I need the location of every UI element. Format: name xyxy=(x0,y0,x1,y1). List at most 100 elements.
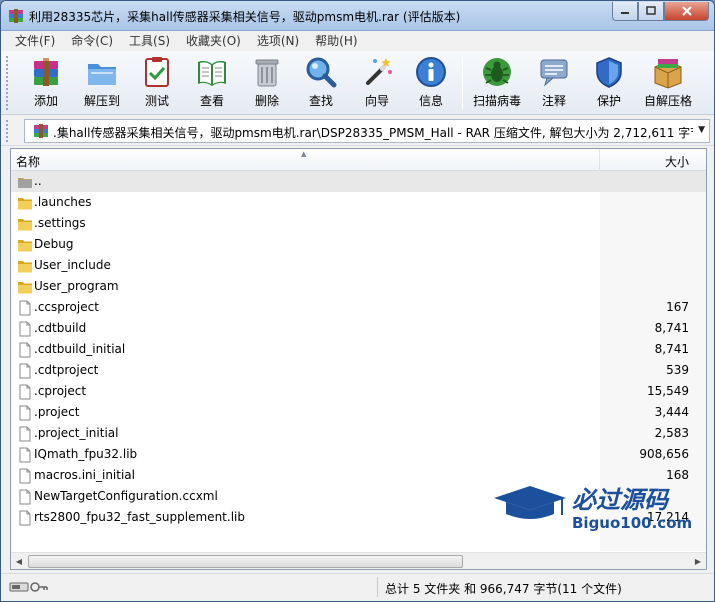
menu-favorites[interactable]: 收藏夹(O) xyxy=(178,31,249,51)
test-button[interactable]: 测试 xyxy=(131,53,183,113)
file-row[interactable]: .project 3,444 xyxy=(11,402,706,423)
folder-icon xyxy=(18,240,32,252)
view-label: 查看 xyxy=(199,94,224,108)
file-row[interactable]: .cdtbuild 8,741 xyxy=(11,318,706,339)
column-size-header[interactable]: 大小 xyxy=(665,153,689,170)
file-size: 168 xyxy=(666,468,689,482)
add-button[interactable]: 添加 xyxy=(20,53,72,113)
menu-tools[interactable]: 工具(S) xyxy=(121,31,178,51)
file-size: 167 xyxy=(666,300,689,314)
status-bar: 总计 5 文件夹 和 966,747 字节(11 个文件) xyxy=(1,573,714,601)
menu-help[interactable]: 帮助(H) xyxy=(307,31,365,51)
file-name: .cdtbuild xyxy=(34,321,87,335)
file-size: 15,549 xyxy=(647,384,689,398)
column-name-header[interactable]: 名称 xyxy=(16,153,40,170)
watermark-url: Biguo100.com xyxy=(572,514,692,532)
graduation-cap-icon xyxy=(494,486,566,510)
address-field[interactable]: .集hall传感器采集相关信号，驱动pmsm电机.rar\DSP28335_PM… xyxy=(24,119,710,143)
menu-options[interactable]: 选项(N) xyxy=(249,31,307,51)
window-controls xyxy=(612,2,709,22)
sfx-button[interactable]: 自解压格 xyxy=(638,53,698,113)
file-row[interactable]: .cdtproject 539 xyxy=(11,360,706,381)
scroll-right-button[interactable]: ▶ xyxy=(690,554,706,569)
title-bar[interactable]: 利用28335芯片，采集hall传感器采集相关信号，驱动pmsm电机.rar (… xyxy=(1,1,714,31)
virus-scan-button[interactable]: 扫描病毒 xyxy=(467,53,527,113)
add-archive-icon xyxy=(34,58,58,86)
wizard-button[interactable]: 向导 xyxy=(351,53,403,113)
scroll-thumb[interactable] xyxy=(28,555,463,568)
folder-icon xyxy=(18,219,32,231)
file-icon xyxy=(19,405,31,421)
maximize-button[interactable] xyxy=(638,2,664,21)
file-icon xyxy=(19,321,31,337)
file-name: User_program xyxy=(34,279,119,293)
menu-file[interactable]: 文件(F) xyxy=(7,31,63,51)
watermark-title: 必过源码 xyxy=(572,486,670,514)
window-title: 利用28335芯片，采集hall传感器采集相关信号，驱动pmsm电机.rar (… xyxy=(29,10,461,24)
file-name: .project_initial xyxy=(34,426,119,440)
file-name: .launches xyxy=(34,195,92,209)
folder-row[interactable]: Debug xyxy=(11,234,706,255)
file-row[interactable]: IQmath_fpu32.lib 908,656 xyxy=(11,444,706,465)
wizard-label: 向导 xyxy=(364,94,389,108)
file-row[interactable]: macros.ini_initial 168 xyxy=(11,465,706,486)
file-rows: .. .launches .settings Debug User_include Use… xyxy=(11,171,706,528)
comment-button[interactable]: 注释 xyxy=(528,53,580,113)
file-icon xyxy=(19,447,31,463)
file-icon xyxy=(19,426,31,442)
info-button[interactable]: 信息 xyxy=(405,53,457,113)
folder-row[interactable]: .launches xyxy=(11,192,706,213)
file-size: 3,444 xyxy=(654,405,689,419)
trash-icon xyxy=(255,59,279,87)
view-book-icon xyxy=(198,60,226,86)
toolbar-grip[interactable] xyxy=(6,56,10,110)
column-divider[interactable] xyxy=(599,149,600,171)
scroll-left-button[interactable]: ◀ xyxy=(11,554,27,569)
file-name: Debug xyxy=(34,237,74,251)
find-button[interactable]: 查找 xyxy=(295,53,347,113)
delete-button[interactable]: 删除 xyxy=(241,53,293,113)
test-checklist-icon xyxy=(145,57,169,87)
status-separator xyxy=(377,577,378,597)
horizontal-scrollbar[interactable]: ◀ ▶ xyxy=(11,552,706,569)
folder-row[interactable]: User_program xyxy=(11,276,706,297)
folder-row[interactable]: .settings xyxy=(11,213,706,234)
close-button[interactable] xyxy=(664,2,709,21)
file-icon xyxy=(19,342,31,358)
protect-label: 保护 xyxy=(596,94,621,108)
winrar-app-icon xyxy=(9,9,23,23)
file-row[interactable]: .ccsproject 167 xyxy=(11,297,706,318)
folder-row[interactable]: User_include xyxy=(11,255,706,276)
winrar-window: 利用28335芯片，采集hall传感器采集相关信号，驱动pmsm电机.rar (… xyxy=(0,0,715,602)
parent-dir-row[interactable]: .. xyxy=(11,171,706,192)
virus-bug-icon xyxy=(483,58,511,86)
file-name: macros.ini_initial xyxy=(34,468,135,482)
file-name: .cdtbuild_initial xyxy=(34,342,126,356)
add-label: 添加 xyxy=(33,94,58,108)
menu-command[interactable]: 命令(C) xyxy=(63,31,121,51)
maximize-icon xyxy=(646,6,656,15)
protect-button[interactable]: 保护 xyxy=(583,53,635,113)
archive-icon xyxy=(34,124,48,138)
file-name: .ccsproject xyxy=(34,300,99,314)
sfx-label: 自解压格 xyxy=(643,94,692,108)
info-icon xyxy=(416,57,446,87)
toolbar-separator xyxy=(462,57,463,109)
file-size: 539 xyxy=(666,363,689,377)
view-button[interactable]: 查看 xyxy=(186,53,238,113)
file-name: .. xyxy=(34,174,42,188)
address-bar: .集hall传感器采集相关信号，驱动pmsm电机.rar\DSP28335_PM… xyxy=(1,116,714,146)
file-name: .cproject xyxy=(34,384,87,398)
address-bar-grip[interactable] xyxy=(6,120,10,142)
shield-icon xyxy=(596,57,622,88)
file-name: NewTargetConfiguration.ccxml xyxy=(34,489,218,503)
file-row[interactable]: .project_initial 2,583 xyxy=(11,423,706,444)
file-row[interactable]: .cproject 15,549 xyxy=(11,381,706,402)
extract-button[interactable]: 解压到 xyxy=(76,53,128,113)
file-row[interactable]: .cdtbuild_initial 8,741 xyxy=(11,339,706,360)
minimize-button[interactable] xyxy=(612,2,638,21)
file-name: IQmath_fpu32.lib xyxy=(34,447,138,461)
drive-key-icon xyxy=(9,582,48,592)
address-dropdown-icon[interactable]: ▼ xyxy=(698,125,705,135)
file-list: 名称 ▲ 大小 .. .launches .settings Debug User_in… xyxy=(10,148,707,570)
